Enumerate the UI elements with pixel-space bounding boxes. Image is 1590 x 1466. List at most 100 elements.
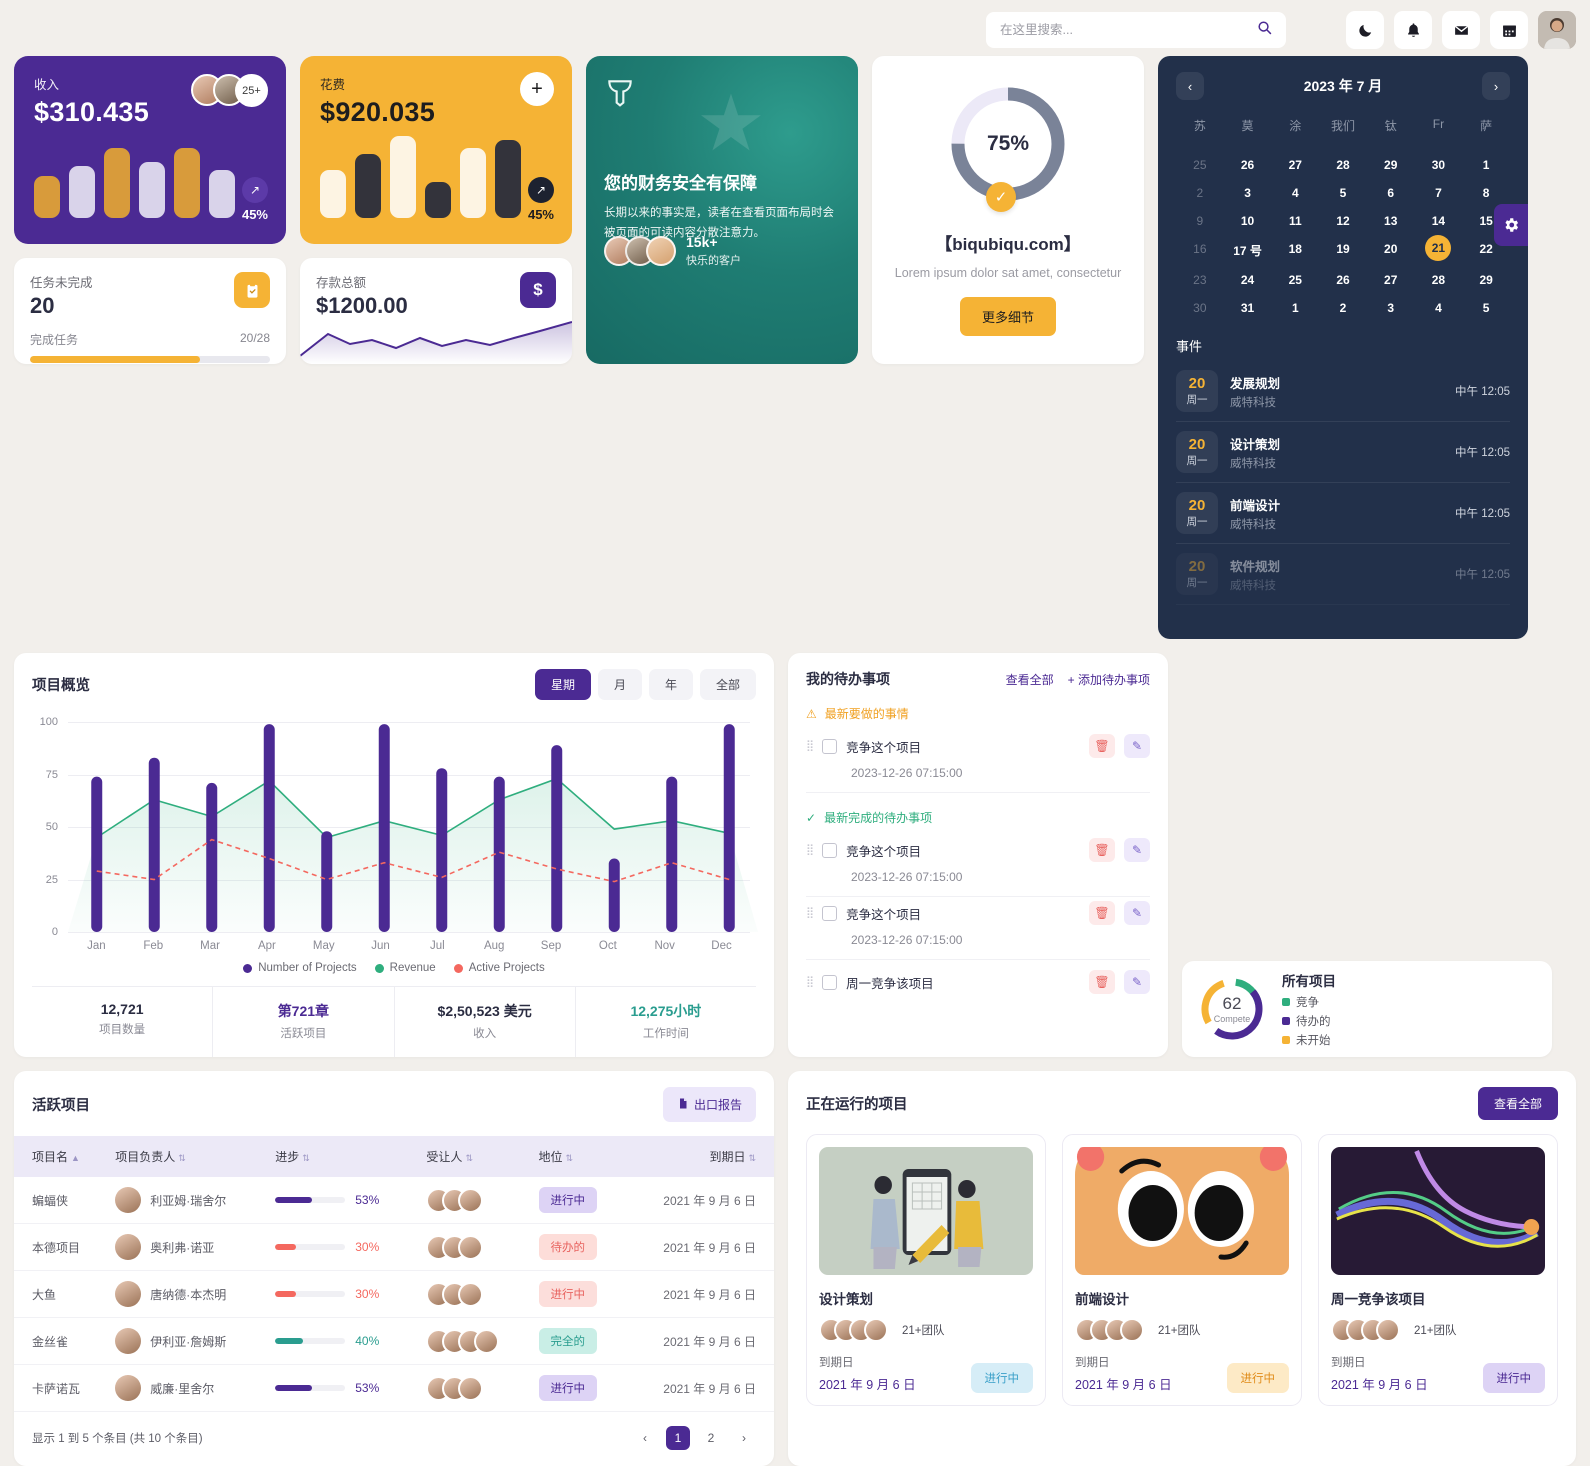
table-pagination[interactable]: ‹ 1 2 › — [633, 1426, 756, 1450]
event-item[interactable]: 20 周一 前端设计 威特科技 中午 12:05 — [1176, 483, 1510, 544]
todo-checkbox[interactable] — [822, 905, 838, 921]
drag-handle-icon[interactable]: ⣿ — [806, 907, 814, 918]
calendar-day[interactable]: 19 — [1319, 235, 1367, 266]
calendar-icon[interactable] — [1490, 11, 1528, 49]
sort-icon[interactable]: ⇅ — [178, 1153, 186, 1163]
calendar-day[interactable]: 9 — [1176, 207, 1224, 235]
bell-icon[interactable] — [1394, 11, 1432, 49]
chevron-right-icon[interactable]: › — [732, 1426, 756, 1450]
calendar-day[interactable]: 1 — [1462, 151, 1510, 179]
legend-item[interactable]: Active Projects — [453, 962, 545, 974]
calendar-day[interactable]: 18 — [1271, 235, 1319, 266]
calendar-day[interactable]: 14 — [1415, 207, 1463, 235]
avatar[interactable] — [1538, 11, 1576, 49]
todo-view-all-link[interactable]: 查看全部 — [1006, 671, 1054, 688]
calendar-day[interactable]: 29 — [1367, 151, 1415, 179]
table-column-header[interactable]: 项目名 ▲ — [14, 1136, 107, 1177]
chevron-left-icon[interactable]: ‹ — [633, 1426, 657, 1450]
calendar-day[interactable]: 28 — [1319, 151, 1367, 179]
running-project-card[interactable]: 周一竞争该项目 21+团队 到期日 2021 年 9 月 6 日 进行中 — [1318, 1134, 1558, 1406]
calendar-day[interactable]: 29 — [1462, 266, 1510, 294]
calendar-day[interactable]: 26 — [1319, 266, 1367, 294]
calendar-day[interactable]: 11 — [1271, 207, 1319, 235]
table-column-header[interactable]: 到期日 ⇅ — [624, 1136, 774, 1177]
calendar-day[interactable]: 5 — [1319, 179, 1367, 207]
mail-icon[interactable] — [1442, 11, 1480, 49]
more-details-button[interactable]: 更多细节 — [959, 297, 1056, 336]
calendar-day[interactable]: 30 — [1415, 151, 1463, 179]
calendar-day[interactable]: 25 — [1176, 151, 1224, 179]
calendar-day[interactable]: 30 — [1176, 294, 1224, 322]
table-row[interactable]: 卡萨诺瓦 威廉·里舍尔 53% 进行中 2021 年 9 月 6 日 — [14, 1364, 774, 1412]
calendar-day[interactable]: 20 — [1367, 235, 1415, 266]
calendar-day[interactable]: 16 — [1176, 235, 1224, 266]
drag-handle-icon[interactable]: ⣿ — [806, 740, 814, 751]
search-icon[interactable] — [1257, 20, 1272, 40]
calendar-day[interactable]: 4 — [1415, 294, 1463, 322]
sort-icon[interactable]: ⇅ — [748, 1153, 756, 1163]
sort-icon[interactable]: ⇅ — [302, 1153, 310, 1163]
calendar-day[interactable]: 27 — [1271, 151, 1319, 179]
calendar-day[interactable]: 3 — [1367, 294, 1415, 322]
calendar-day[interactable]: 2 — [1176, 179, 1224, 207]
trash-icon[interactable]: 🗑 — [1089, 838, 1115, 862]
table-column-header[interactable]: 进步 ⇅ — [267, 1136, 418, 1177]
running-view-all-button[interactable]: 查看全部 — [1477, 1087, 1558, 1120]
todo-checkbox[interactable] — [822, 974, 838, 990]
calendar-day[interactable]: 12 — [1319, 207, 1367, 235]
calendar-day[interactable]: 24 — [1224, 266, 1272, 294]
event-item[interactable]: 20 周一 设计策划 威特科技 中午 12:05 — [1176, 422, 1510, 483]
chart-tab-年[interactable]: 年 — [648, 669, 693, 700]
calendar-day[interactable]: 13 — [1367, 207, 1415, 235]
table-column-header[interactable]: 受让人 ⇅ — [418, 1136, 530, 1177]
table-row[interactable]: 金丝雀 伊利亚·詹姆斯 40% 完全的 2021 年 9 月 6 日 — [14, 1317, 774, 1365]
search-input[interactable] — [1000, 23, 1249, 37]
calendar-days-grid[interactable]: 25 26 27 28 29 30 1 2 3 4 5 6 7 8 9 10 11 12 13 14 15 16 17 号1… — [1176, 151, 1510, 322]
moon-icon[interactable] — [1346, 11, 1384, 49]
calendar-day[interactable]: 8 — [1462, 179, 1510, 207]
trash-icon[interactable]: 🗑 — [1089, 901, 1115, 925]
calendar-day[interactable]: 21 — [1425, 235, 1452, 261]
calendar-day[interactable]: 3 — [1224, 179, 1272, 207]
table-column-header[interactable]: 地位 ⇅ — [531, 1136, 625, 1177]
gear-icon[interactable] — [1494, 204, 1528, 246]
calendar-day[interactable]: 31 — [1224, 294, 1272, 322]
calendar-day[interactable]: 28 — [1415, 266, 1463, 294]
todo-add-link[interactable]: + 添加待办事项 — [1068, 671, 1150, 688]
calendar-day[interactable]: 17 号 — [1224, 235, 1272, 266]
pencil-icon[interactable]: ✎ — [1124, 901, 1150, 925]
page-button[interactable]: 2 — [699, 1426, 723, 1450]
calendar-day[interactable]: 4 — [1271, 179, 1319, 207]
calendar-day[interactable]: 2 — [1319, 294, 1367, 322]
calendar-day[interactable]: 23 — [1176, 266, 1224, 294]
legend-item[interactable]: Revenue — [374, 962, 436, 974]
running-project-card[interactable]: 前端设计 21+团队 到期日 2021 年 9 月 6 日 进行中 — [1062, 1134, 1302, 1406]
avatar-more-count[interactable]: 25+ — [235, 74, 268, 107]
drag-handle-icon[interactable]: ⣿ — [806, 976, 814, 987]
legend-item[interactable]: Number of Projects — [243, 962, 357, 974]
calendar-day[interactable]: 5 — [1462, 294, 1510, 322]
event-item[interactable]: 20 周一 发展规划 威特科技 中午 12:05 — [1176, 361, 1510, 422]
chevron-left-icon[interactable]: ‹ — [1176, 72, 1204, 100]
pencil-icon[interactable]: ✎ — [1124, 838, 1150, 862]
table-row[interactable]: 大鱼 唐纳德·本杰明 30% 进行中 2021 年 9 月 6 日 — [14, 1270, 774, 1318]
calendar-day[interactable]: 1 — [1271, 294, 1319, 322]
todo-checkbox[interactable] — [822, 738, 838, 754]
page-button[interactable]: 1 — [666, 1426, 690, 1450]
chart-tab-全部[interactable]: 全部 — [699, 669, 756, 700]
event-item[interactable]: 20 周一 软件规划 威特科技 中午 12:05 — [1176, 544, 1511, 605]
search-box[interactable] — [986, 12, 1286, 48]
todo-checkbox[interactable] — [822, 842, 838, 858]
table-column-header[interactable]: 项目负责人 ⇅ — [107, 1136, 267, 1177]
calendar-day[interactable]: 26 — [1224, 151, 1272, 179]
pencil-icon[interactable]: ✎ — [1124, 970, 1150, 994]
sort-icon[interactable]: ⇅ — [566, 1153, 574, 1163]
sort-icon[interactable]: ⇅ — [465, 1153, 473, 1163]
chart-range-tabs[interactable]: 星期月年全部 — [534, 669, 756, 700]
pencil-icon[interactable]: ✎ — [1124, 734, 1150, 758]
chevron-right-icon[interactable]: › — [1481, 72, 1510, 100]
calendar-day[interactable]: 10 — [1224, 207, 1272, 235]
calendar-day[interactable]: 27 — [1367, 266, 1415, 294]
running-project-card[interactable]: 设计策划 21+团队 到期日 2021 年 9 月 6 日 进行中 — [806, 1134, 1046, 1406]
table-row[interactable]: 本德项目 奥利弗·诺亚 30% 待办的 2021 年 9 月 6 日 — [14, 1223, 774, 1271]
